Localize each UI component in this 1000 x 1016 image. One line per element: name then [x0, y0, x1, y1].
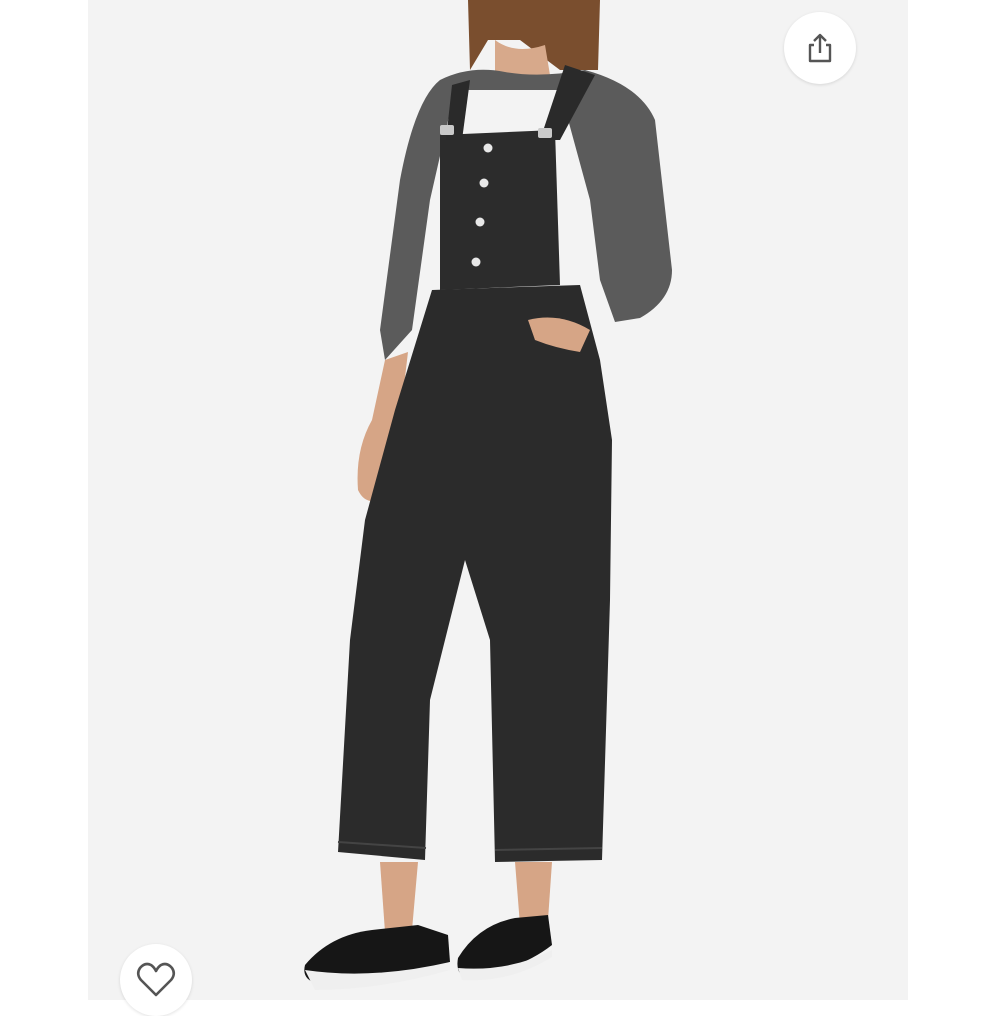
- buckle-left: [440, 125, 454, 135]
- bib-button: [471, 257, 481, 267]
- share-button[interactable]: [784, 12, 856, 84]
- overalls-legs: [338, 285, 612, 862]
- overalls-bib: [440, 130, 560, 290]
- product-illustration: [304, 0, 672, 990]
- share-icon: [808, 33, 832, 63]
- heart-outline-icon: [136, 962, 176, 997]
- bib-button: [479, 178, 489, 188]
- buckle-right: [538, 128, 552, 138]
- bib-button: [483, 143, 493, 153]
- ankle-left: [380, 862, 418, 932]
- bib-button: [475, 217, 485, 227]
- wishlist-button[interactable]: [120, 944, 192, 1016]
